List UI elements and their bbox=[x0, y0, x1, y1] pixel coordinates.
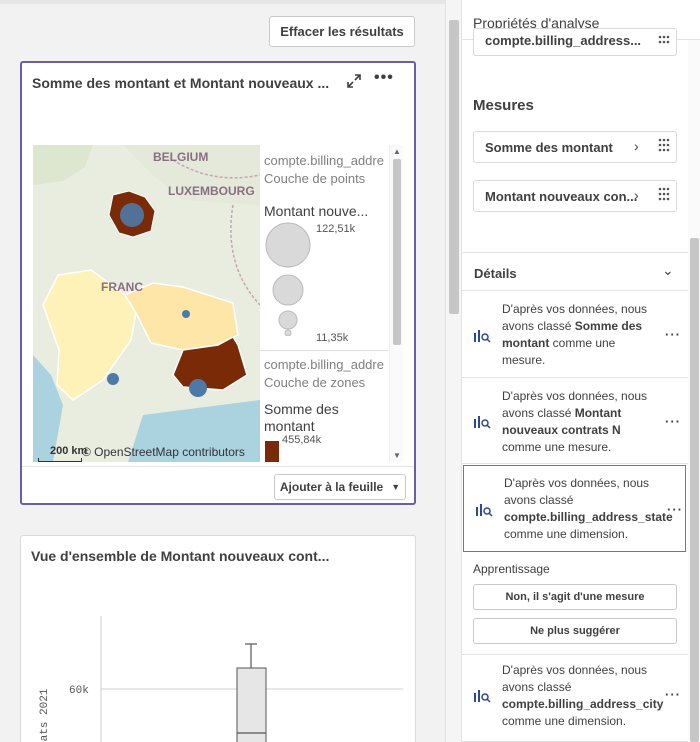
map-canvas[interactable]: BELGIUM LUXEMBOURG FRANC bbox=[33, 145, 260, 462]
insight-icon bbox=[474, 330, 491, 343]
measure-label: Somme des montant bbox=[485, 140, 613, 155]
insight-text: D'après vos données, nous avons classé S… bbox=[502, 302, 648, 367]
drag-handle-icon[interactable] bbox=[658, 138, 670, 154]
map-label-belgium: BELGIUM bbox=[153, 150, 208, 164]
analysis-properties-panel: Propriétés d'analyse compte.billing_addr… bbox=[461, 0, 700, 742]
map-bubble bbox=[120, 203, 144, 227]
more-options-icon[interactable]: ··· bbox=[667, 502, 683, 517]
legend-zones-measure: Somme des montant bbox=[264, 401, 339, 434]
do-not-suggest-button[interactable]: Ne plus suggérer bbox=[473, 618, 677, 644]
clear-results-button[interactable]: Effacer les résultats bbox=[269, 16, 415, 47]
y-axis-label: rats 2021 bbox=[39, 688, 51, 742]
measure-row-somme[interactable]: Somme des montant › bbox=[473, 131, 677, 163]
top-divider bbox=[0, 0, 445, 4]
legend-bubble-sizes bbox=[265, 222, 311, 336]
more-options-icon[interactable]: ··· bbox=[665, 414, 681, 429]
learning-heading: Apprentissage bbox=[473, 562, 550, 576]
scroll-up-icon[interactable]: ▲ bbox=[393, 147, 401, 156]
map-bubble bbox=[182, 310, 190, 318]
scroll-down-icon[interactable]: ▼ bbox=[393, 451, 401, 460]
map-attribution[interactable]: © OpenStreetMap contributors bbox=[82, 445, 245, 459]
more-options-icon[interactable]: ··· bbox=[665, 327, 681, 342]
panel-scroll-thumb[interactable] bbox=[690, 238, 699, 742]
map-bubble bbox=[189, 379, 207, 397]
map-legend: compte.billing_addre Couche de points Mo… bbox=[260, 145, 403, 462]
card-footer-divider bbox=[22, 466, 414, 467]
map-label-france: FRANC bbox=[101, 280, 143, 294]
divider bbox=[462, 252, 688, 253]
map-viewport[interactable]: BELGIUM LUXEMBOURG FRANC 200 km © OpenSt… bbox=[33, 145, 403, 462]
legend-zones-layer: Couche de zones bbox=[264, 375, 366, 390]
chevron-down-icon[interactable]: ⌄ bbox=[662, 262, 674, 279]
legend-scrollbar[interactable]: ▲ ▼ bbox=[389, 145, 403, 462]
box bbox=[236, 667, 267, 742]
legend-points-layer: Couche de points bbox=[264, 171, 366, 186]
chevron-right-icon[interactable]: › bbox=[634, 138, 639, 154]
main-scroll-thumb[interactable] bbox=[449, 20, 459, 314]
insight-item[interactable]: D'après vos données, nous avons classé M… bbox=[462, 378, 688, 464]
add-to-sheet-button[interactable]: Ajouter à la feuille ▼ bbox=[274, 474, 406, 500]
insight-item-selected[interactable]: D'après vos données, nous avons classé c… bbox=[463, 465, 686, 552]
legend-divider bbox=[260, 350, 388, 351]
map-label-luxembourg: LUXEMBOURG bbox=[168, 184, 255, 198]
y-tick-label: 60k bbox=[69, 685, 89, 697]
insight-icon bbox=[474, 416, 491, 429]
insight-text: D'après vos données, nous avons classé c… bbox=[504, 476, 673, 541]
legend-points-max: 122,51k bbox=[316, 223, 356, 235]
boxplot-chart[interactable]: 60k rats 2021 bbox=[21, 576, 413, 742]
legend-scroll-thumb[interactable] bbox=[393, 159, 401, 345]
caret-down-icon: ▼ bbox=[391, 482, 401, 492]
legend-color-bar bbox=[265, 441, 279, 462]
panel-scrollbar[interactable] bbox=[688, 40, 700, 742]
drag-handle-icon[interactable] bbox=[658, 35, 670, 51]
map-bubble bbox=[107, 373, 119, 385]
legend-points-min: 11,35k bbox=[316, 332, 349, 344]
more-options-icon[interactable]: ··· bbox=[665, 687, 681, 702]
expand-icon[interactable] bbox=[344, 71, 364, 91]
details-heading[interactable]: Détails bbox=[474, 266, 517, 281]
card-title: Somme des montant et Montant nouveaux ..… bbox=[32, 75, 330, 91]
legend-zones-max: 455,84k bbox=[282, 434, 322, 446]
dimension-field-row[interactable]: compte.billing_address... bbox=[473, 28, 677, 56]
card-title: Vue d'ensemble de Montant nouveaux cont.… bbox=[31, 548, 330, 564]
more-options-icon[interactable]: ••• bbox=[374, 69, 394, 87]
legend-zones-field: compte.billing_addre bbox=[264, 357, 384, 372]
insight-item[interactable]: D'après vos données, nous avons classé S… bbox=[462, 291, 688, 378]
boxplot-card[interactable]: Vue d'ensemble de Montant nouveaux cont.… bbox=[20, 535, 416, 742]
insight-icon bbox=[474, 690, 491, 703]
legend-points-measure: Montant nouve... bbox=[264, 203, 369, 219]
measure-label: Montant nouveaux con... bbox=[485, 189, 638, 204]
add-to-sheet-label: Ajouter à la feuille bbox=[279, 480, 384, 494]
insight-icon bbox=[476, 504, 493, 517]
main-scrollbar[interactable] bbox=[445, 0, 461, 742]
dimension-field-label: compte.billing_address... bbox=[485, 33, 642, 48]
measures-heading: Mesures bbox=[473, 97, 534, 114]
analysis-area: Effacer les résultats Somme des montant … bbox=[0, 0, 445, 742]
not-a-measure-button[interactable]: Non, il s'agit d'une mesure bbox=[473, 584, 677, 610]
map-scale-bar bbox=[38, 458, 82, 462]
insight-text: D'après vos données, nous avons classé c… bbox=[502, 663, 664, 728]
legend-points-field: compte.billing_addre bbox=[264, 153, 384, 168]
chevron-right-icon[interactable]: › bbox=[634, 187, 639, 203]
drag-handle-icon[interactable] bbox=[658, 187, 670, 203]
insight-item[interactable]: D'après vos données, nous avons classé c… bbox=[462, 654, 688, 742]
insight-text: D'après vos données, nous avons classé M… bbox=[502, 389, 648, 454]
map-chart-card[interactable]: Somme des montant et Montant nouveaux ..… bbox=[20, 61, 416, 505]
measure-row-montant[interactable]: Montant nouveaux con... › bbox=[473, 180, 677, 212]
